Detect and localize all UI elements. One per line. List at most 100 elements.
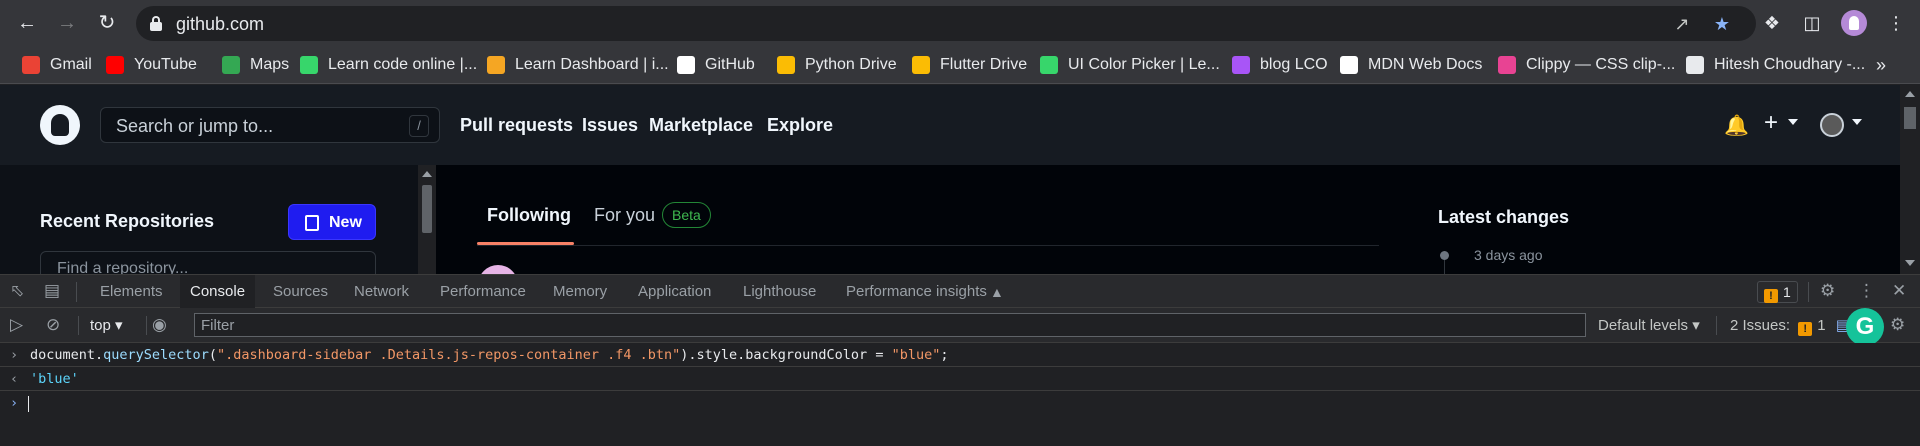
console-filter-input[interactable]: Filter [194, 313, 1586, 337]
input-chevron-icon: › [10, 347, 19, 363]
address-bar[interactable]: github.com ↗ ★ [136, 6, 1756, 41]
bookmark-item[interactable]: Python Drive [777, 53, 897, 77]
back-button[interactable]: ← [14, 10, 40, 36]
repo-icon [305, 215, 319, 231]
context-value: top [90, 317, 111, 334]
bookmark-item[interactable]: GitHub [677, 53, 755, 77]
log-levels-dropdown[interactable]: Default levels ▾ [1598, 316, 1700, 334]
warning-count: 1 [1783, 284, 1791, 300]
code-query-selector: querySelector [103, 347, 209, 363]
sidebar-scrollbar[interactable] [418, 165, 436, 274]
bookmark-item[interactable]: Gmail [22, 53, 92, 77]
prompt-chevron-icon: › [10, 395, 19, 411]
profile-avatar[interactable] [1841, 10, 1867, 36]
tab-following[interactable]: Following [487, 205, 571, 226]
bookmark-item[interactable]: Learn Dashboard | i... [487, 53, 669, 77]
bookmark-item[interactable]: UI Color Picker | Le... [1040, 53, 1220, 77]
bookmark-item[interactable]: MDN Web Docs [1340, 53, 1482, 77]
create-plus-icon[interactable]: + [1764, 109, 1778, 137]
warnings-badge[interactable]: ! 1 [1757, 281, 1798, 303]
bookmarks-bar: Gmail YouTube Maps Learn code online |... Le… [0, 47, 1920, 84]
bookmark-item[interactable]: blog LCO [1232, 53, 1328, 77]
console-settings-gear-icon[interactable]: ⚙ [1890, 315, 1905, 335]
github-header: Search or jump to... / Pull requests Iss… [0, 85, 1900, 165]
nav-pull-requests[interactable]: Pull requests [460, 115, 573, 136]
nav-marketplace[interactable]: Marketplace [649, 115, 753, 136]
tab-elements[interactable]: Elements [90, 275, 173, 308]
tab-lighthouse[interactable]: Lighthouse [733, 275, 826, 308]
tab-network[interactable]: Network [344, 275, 419, 308]
console-toolbar: ▷ ⊘ top ▾ ◉ Filter Default levels ▾ 2 Is… [0, 308, 1920, 346]
bookmark-item[interactable]: Flutter Drive [912, 53, 1027, 77]
bookmark-item[interactable]: Learn code online |... [300, 53, 477, 77]
issues-warning-count: 1 [1817, 317, 1826, 334]
menu-kebab-icon[interactable]: ⋮ [1884, 11, 1908, 35]
settings-gear-icon[interactable]: ⚙ [1820, 281, 1835, 301]
code-selector-string: ".dashboard-sidebar .Details.js-repos-co… [216, 347, 681, 363]
new-repository-button[interactable]: New [288, 204, 376, 240]
console-command: document.querySelector(".dashboard-sideb… [30, 343, 949, 367]
bookmark-label: Learn Dashboard | i... [515, 56, 669, 73]
code-assignment: ).style.backgroundColor = [680, 347, 892, 363]
browser-toolbar: ← → ↻ github.com ↗ ★ ❖ ◫ ⋮ [0, 0, 1920, 47]
code-paren-open: ( [208, 347, 217, 363]
chevron-down-icon[interactable] [1852, 119, 1862, 125]
bookmark-label: Maps [250, 56, 290, 73]
tab-for-you[interactable]: For you [594, 205, 655, 226]
more-options-icon[interactable]: ⋮ [1858, 281, 1875, 301]
bookmarks-overflow-icon[interactable]: » [1876, 55, 1886, 76]
bookmark-label: blog LCO [1260, 56, 1328, 73]
github-search-input[interactable]: Search or jump to... / [100, 107, 440, 143]
ineuron-icon [487, 56, 505, 74]
tab-sources[interactable]: Sources [263, 275, 338, 308]
share-icon[interactable]: ↗ [1670, 12, 1694, 36]
log-levels-label: Default levels [1598, 317, 1689, 334]
url-text[interactable]: github.com [176, 14, 264, 35]
bookmark-item[interactable]: Maps [222, 53, 289, 77]
device-toolbar-icon[interactable]: ▤ [44, 281, 60, 301]
console-output[interactable]: › document.querySelector(".dashboard-sid… [0, 343, 1920, 446]
forward-button[interactable]: → [54, 10, 80, 36]
side-panel-icon[interactable]: ◫ [1800, 11, 1824, 35]
latest-change-date: 3 days ago [1474, 247, 1543, 263]
extensions-icon[interactable]: ❖ [1760, 11, 1784, 35]
clippy-icon [1498, 56, 1516, 74]
tab-performance-insights[interactable]: Performance insights [836, 275, 997, 308]
find-repository-input[interactable]: Find a repository... [40, 251, 376, 274]
bookmark-label: Learn code online |... [328, 56, 478, 73]
clear-console-icon[interactable]: ⊘ [46, 315, 60, 335]
bookmark-item[interactable]: Hitesh Choudhary -... [1686, 53, 1865, 77]
live-expression-eye-icon[interactable]: ◉ [152, 315, 167, 335]
bookmark-item[interactable]: YouTube [106, 53, 197, 77]
bookmark-star-icon[interactable]: ★ [1710, 12, 1734, 36]
notifications-bell-icon[interactable]: 🔔 [1724, 113, 1749, 138]
grammarly-icon[interactable]: G [1846, 308, 1884, 346]
lock-icon [150, 16, 162, 31]
issues-counter[interactable]: 2 Issues: ! 1 ▤ [1730, 316, 1850, 336]
console-prompt-line[interactable]: › [0, 391, 1920, 415]
sidebar-toggle-icon[interactable]: ▷ [10, 315, 23, 335]
context-selector[interactable]: top ▾ [90, 316, 123, 334]
nav-explore[interactable]: Explore [767, 115, 833, 136]
page-scrollbar[interactable] [1900, 85, 1920, 274]
warning-icon: ! [1764, 289, 1778, 303]
close-devtools-icon[interactable]: ✕ [1892, 281, 1906, 301]
issues-label: 2 Issues: [1730, 317, 1791, 334]
tab-performance[interactable]: Performance [430, 275, 536, 308]
tab-memory[interactable]: Memory [543, 275, 617, 308]
text-cursor [28, 396, 29, 412]
user-avatar[interactable] [1820, 113, 1844, 137]
nav-issues[interactable]: Issues [582, 115, 638, 136]
devtools-panel: ⬁ ▤ Elements Console Sources Network Per… [0, 274, 1920, 446]
github-logo-icon[interactable] [40, 105, 80, 145]
tab-application[interactable]: Application [628, 275, 721, 308]
reload-button[interactable]: ↻ [94, 10, 120, 36]
code-document: document. [30, 347, 104, 363]
result-arrow-icon: ‹ [10, 371, 19, 387]
bookmark-label: GitHub [705, 56, 755, 73]
timeline-line [1444, 260, 1445, 274]
bookmark-item[interactable]: Clippy — CSS clip-... [1498, 53, 1675, 77]
tab-console[interactable]: Console [180, 275, 256, 308]
inspect-element-icon[interactable]: ⬁ [10, 281, 24, 301]
chevron-down-icon[interactable] [1788, 119, 1798, 125]
